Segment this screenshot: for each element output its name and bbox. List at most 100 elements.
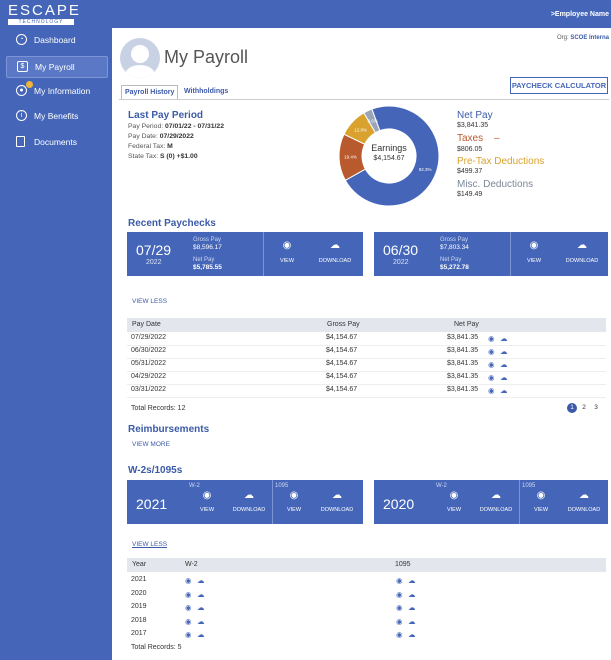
eye-icon[interactable]: ◉	[185, 630, 192, 639]
info-icon: i	[16, 110, 27, 121]
view-button[interactable]: VIEW	[274, 507, 314, 513]
1095-label: 1095	[275, 483, 289, 489]
view-button[interactable]: VIEW	[514, 258, 554, 264]
eye-icon[interactable]: ◉	[488, 386, 495, 395]
cloud-download-icon[interactable]: ☁	[408, 590, 416, 599]
federal-tax: Federal Tax: M	[128, 143, 173, 150]
sidebar-item-label: My Benefits	[34, 111, 79, 121]
sidebar-item-my-benefits[interactable]: i My Benefits	[6, 106, 108, 128]
cloud-download-icon[interactable]: ☁	[500, 386, 508, 395]
tab-payroll-history[interactable]: Payroll History	[121, 85, 179, 99]
eye-icon[interactable]: ◉	[514, 240, 554, 251]
page-2-button[interactable]: 2	[579, 403, 589, 413]
column-header[interactable]: Gross Pay	[327, 321, 360, 328]
cloud-download-icon[interactable]: ☁	[317, 490, 357, 501]
notification-badge	[26, 81, 33, 88]
view-button[interactable]: VIEW	[267, 258, 307, 264]
tab-withholdings[interactable]: Withholdings	[181, 85, 231, 99]
cloud-download-icon[interactable]: ☁	[500, 334, 508, 343]
w2-title: W-2s/1095s	[128, 465, 183, 476]
cloud-download-icon[interactable]: ☁	[197, 630, 205, 639]
paycheck-calculator-button[interactable]: PAYCHECK CALCULATOR	[510, 77, 608, 94]
cloud-download-icon[interactable]: ☁	[197, 590, 205, 599]
sidebar-item-documents[interactable]: Documents	[6, 132, 108, 154]
sidebar-item-label: Dashboard	[34, 35, 76, 45]
cloud-download-icon[interactable]: ☁	[564, 490, 604, 501]
taxes-expand[interactable]: –	[494, 133, 500, 144]
cloud-download-icon[interactable]: ☁	[476, 490, 516, 501]
total-records: Total Records: 12	[131, 405, 186, 412]
eye-icon[interactable]: ◉	[274, 490, 314, 501]
eye-icon[interactable]: ◉	[396, 576, 403, 585]
w2-card: 2021 W-2 ◉ VIEW ☁ DOWNLOAD 1095 ◉ VIEW ☁…	[127, 480, 363, 524]
eye-icon[interactable]: ◉	[185, 576, 192, 585]
eye-icon[interactable]: ◉	[488, 373, 495, 382]
eye-icon[interactable]: ◉	[185, 590, 192, 599]
cloud-download-icon[interactable]: ☁	[500, 360, 508, 369]
sidebar-item-dashboard[interactable]: ◔ Dashboard	[6, 30, 108, 52]
column-header[interactable]: Pay Date	[132, 321, 161, 328]
page-3-button[interactable]: 3	[591, 403, 601, 413]
pay-date: Pay Date: 07/29/2022	[128, 133, 194, 140]
eye-icon[interactable]: ◉	[488, 334, 495, 343]
sidebar-item-my-payroll[interactable]: $ My Payroll	[6, 56, 108, 78]
gross-pay-value: $7,803.34	[440, 244, 469, 251]
download-button[interactable]: DOWNLOAD	[562, 258, 602, 264]
eye-icon[interactable]: ◉	[521, 490, 561, 501]
cloud-download-icon[interactable]: ☁	[500, 347, 508, 356]
view-button[interactable]: VIEW	[434, 507, 474, 513]
download-button[interactable]: DOWNLOAD	[229, 507, 269, 513]
pretax-value: $499.37	[457, 168, 483, 175]
pretax-label: Pre-Tax Deductions	[457, 156, 545, 167]
net-pay-cell: $3,841.35	[447, 373, 479, 380]
view-button[interactable]: VIEW	[187, 507, 227, 513]
column-header[interactable]: Net Pay	[454, 321, 479, 328]
pay-period: Pay Period: 07/01/22 - 07/31/22	[128, 123, 224, 130]
cloud-download-icon[interactable]: ☁	[315, 240, 355, 251]
misc-label: Misc. Deductions	[457, 179, 534, 190]
top-bar: ESCAPE TECHNOLOGY >Employee Name	[0, 0, 611, 28]
cloud-download-icon[interactable]: ☁	[229, 490, 269, 501]
column-header: Year	[132, 561, 147, 568]
eye-icon[interactable]: ◉	[434, 490, 474, 501]
eye-icon[interactable]: ◉	[488, 360, 495, 369]
view-button[interactable]: VIEW	[521, 507, 561, 513]
cloud-download-icon[interactable]: ☁	[408, 603, 416, 612]
eye-icon[interactable]: ◉	[396, 590, 403, 599]
eye-icon[interactable]: ◉	[396, 617, 403, 626]
sidebar-item-my-information[interactable]: ● My Information	[6, 81, 108, 103]
cloud-download-icon[interactable]: ☁	[408, 576, 416, 585]
page-1-button[interactable]: 1	[567, 403, 577, 413]
eye-icon[interactable]: ◉	[488, 347, 495, 356]
cloud-download-icon[interactable]: ☁	[500, 373, 508, 382]
w2-view-less-link[interactable]: VIEW LESS	[132, 541, 167, 548]
net-pay-cell: $3,841.35	[447, 334, 479, 341]
download-button[interactable]: DOWNLOAD	[564, 507, 604, 513]
page-title: My Payroll	[164, 47, 249, 67]
download-button[interactable]: DOWNLOAD	[476, 507, 516, 513]
cloud-download-icon[interactable]: ☁	[197, 576, 205, 585]
net-pay-value: $5,272.78	[440, 264, 469, 271]
eye-icon[interactable]: ◉	[396, 603, 403, 612]
paycheck-card: 07/29 2022 Gross Pay $8,596.17 Net Pay $…	[127, 232, 363, 276]
card-year: 2020	[383, 496, 415, 512]
employee-name[interactable]: >Employee Name	[551, 11, 609, 18]
cloud-download-icon[interactable]: ☁	[562, 240, 602, 251]
user-icon: ●	[16, 85, 27, 96]
cloud-download-icon[interactable]: ☁	[197, 603, 205, 612]
view-more-link[interactable]: VIEW MORE	[132, 441, 170, 448]
cloud-download-icon[interactable]: ☁	[408, 630, 416, 639]
cloud-download-icon[interactable]: ☁	[197, 617, 205, 626]
download-button[interactable]: DOWNLOAD	[317, 507, 357, 513]
eye-icon[interactable]: ◉	[396, 630, 403, 639]
download-button[interactable]: DOWNLOAD	[315, 258, 355, 264]
eye-icon[interactable]: ◉	[185, 617, 192, 626]
eye-icon[interactable]: ◉	[187, 490, 227, 501]
last-pay-period-title: Last Pay Period	[128, 110, 204, 121]
eye-icon[interactable]: ◉	[185, 603, 192, 612]
card-year: 2022	[146, 259, 162, 266]
eye-icon[interactable]: ◉	[267, 240, 307, 251]
recent-paychecks-title: Recent Paychecks	[128, 218, 216, 229]
view-less-link[interactable]: VIEW LESS	[132, 298, 167, 305]
cloud-download-icon[interactable]: ☁	[408, 617, 416, 626]
